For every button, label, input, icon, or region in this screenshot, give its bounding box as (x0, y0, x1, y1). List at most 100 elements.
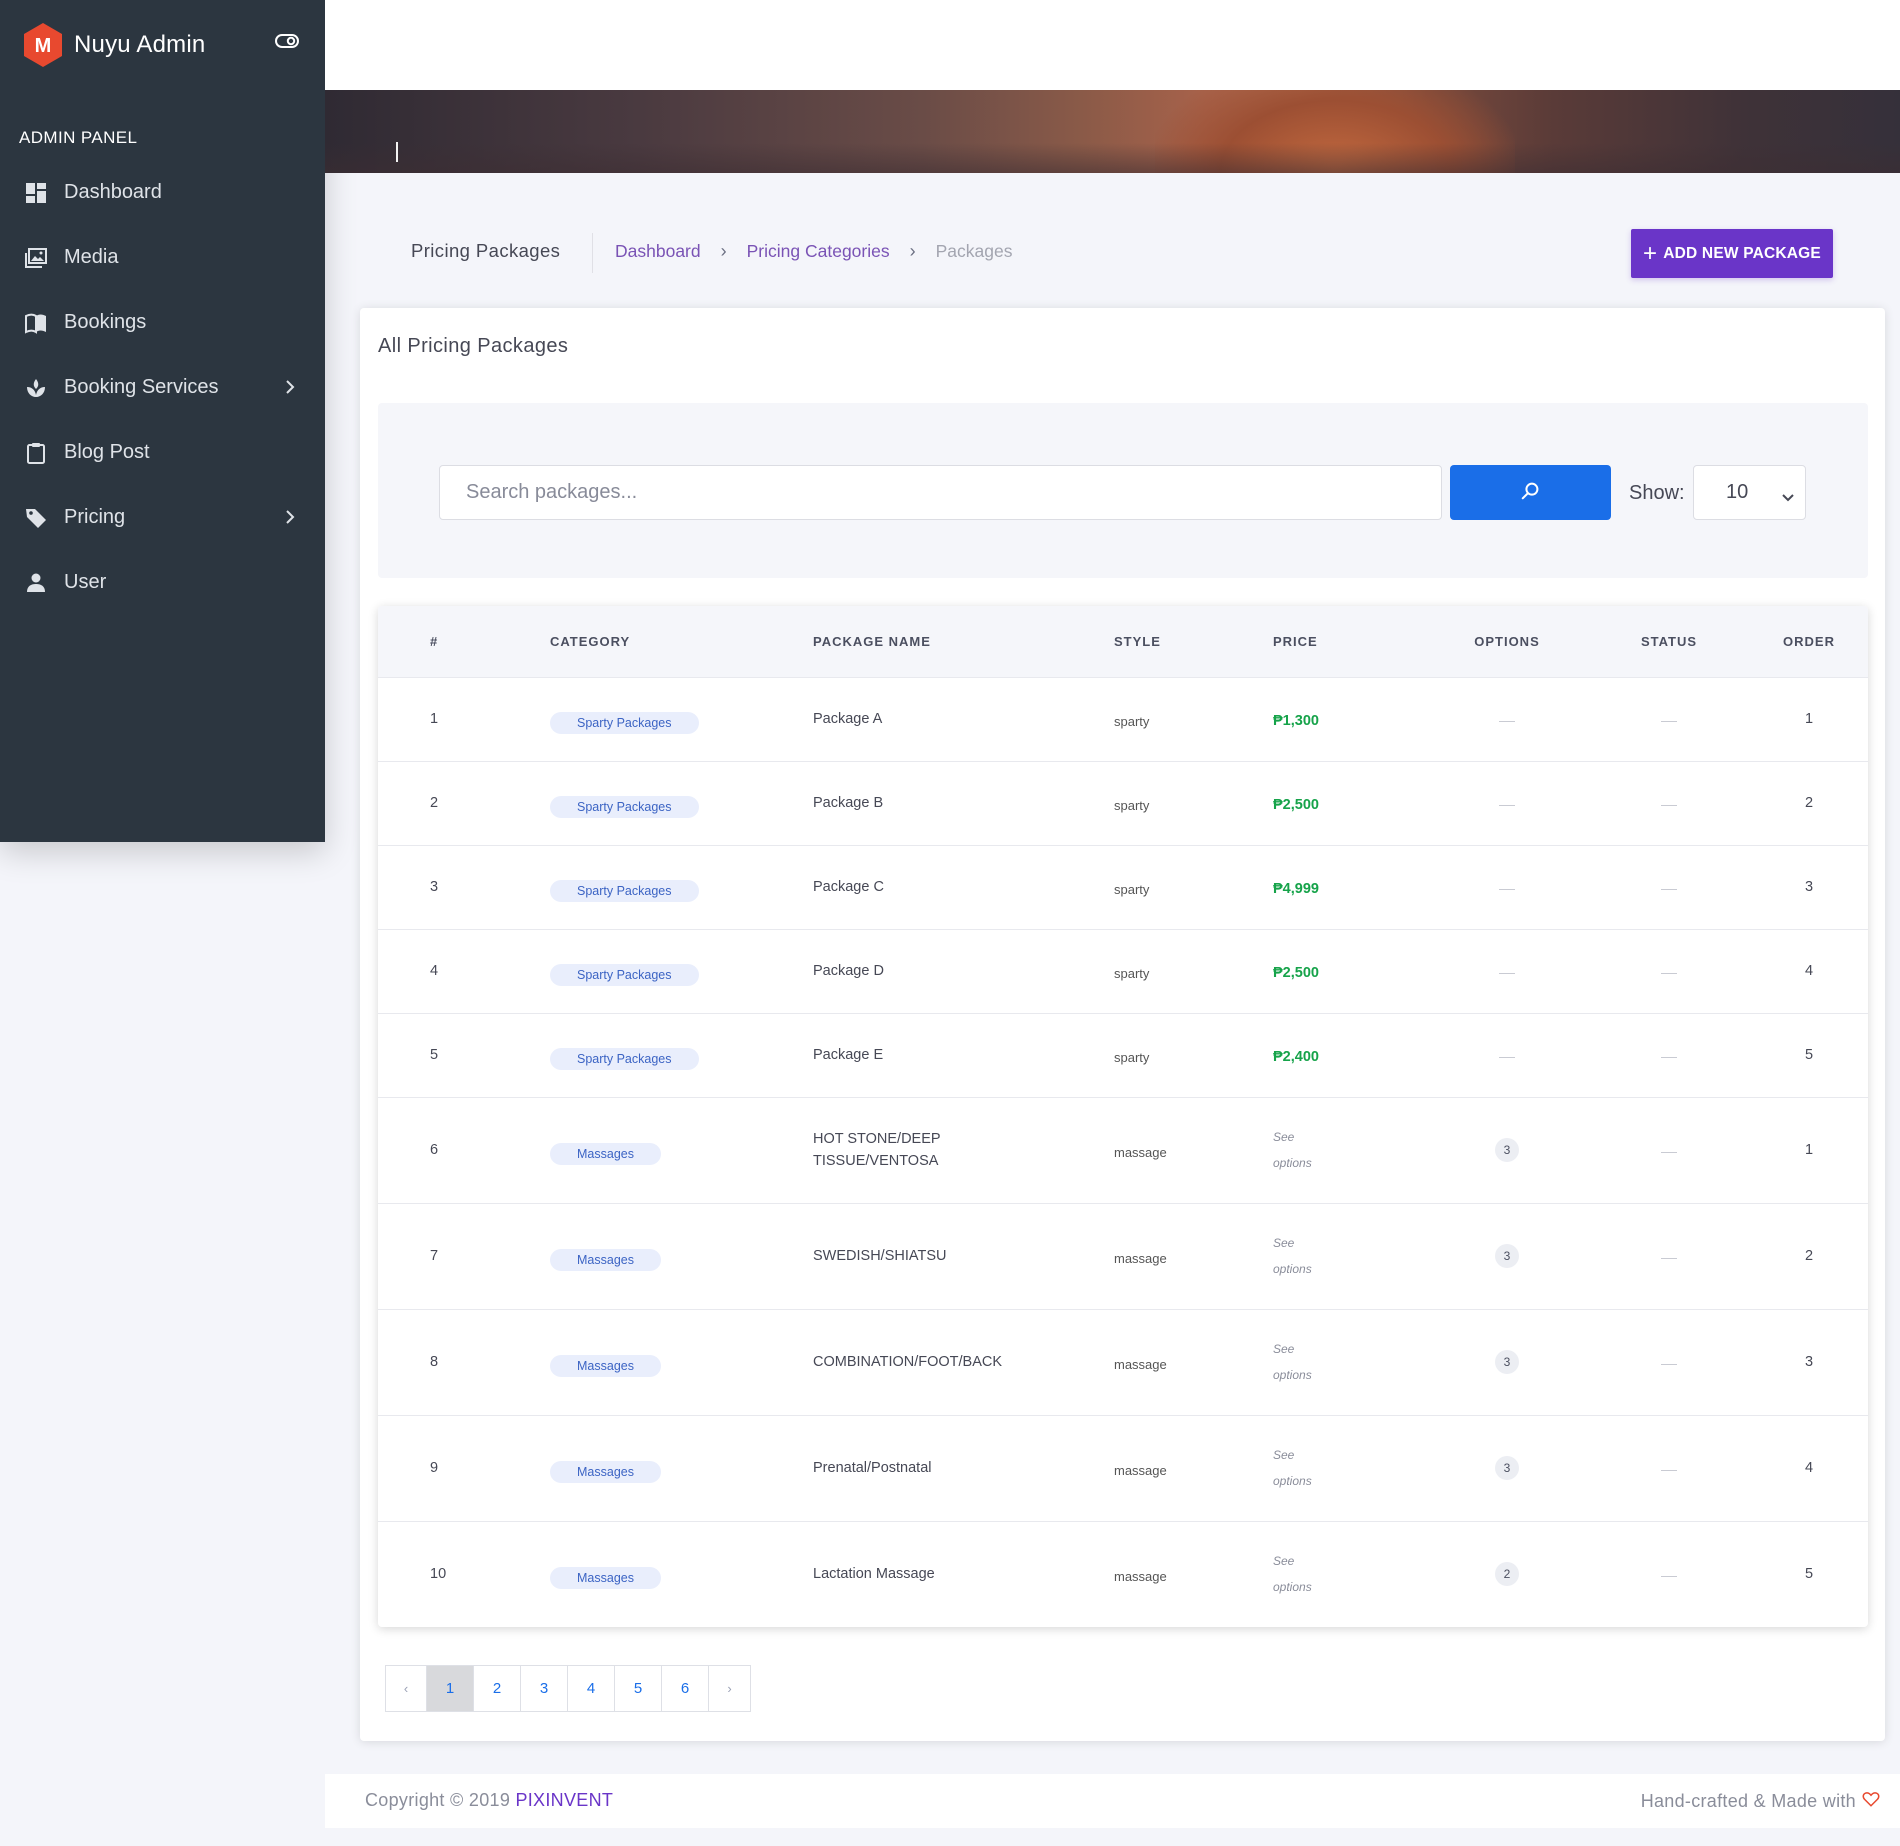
breadcrumb-packages: Packages (935, 241, 1013, 261)
options-count-badge: 3 (1495, 1138, 1519, 1162)
empty-dash (1661, 1575, 1677, 1577)
table-row[interactable]: 4 Sparty Packages Package D sparty ₱2,50… (378, 929, 1868, 1013)
table-row[interactable]: 7 Massages SWEDISH/SHIATSU massage See o… (378, 1203, 1868, 1309)
company-link[interactable]: PIXINVENT (515, 1790, 613, 1810)
table-row[interactable]: 10 Massages Lactation Massage massage Se… (378, 1521, 1868, 1627)
pagination-page-2[interactable]: 2 (474, 1665, 521, 1712)
package-name[interactable]: Prenatal/Postnatal (813, 1415, 1114, 1521)
breadcrumb-dashboard[interactable]: Dashboard (615, 241, 701, 262)
empty-dash (1499, 804, 1515, 806)
package-style: sparty (1114, 798, 1150, 813)
breadcrumb-pricing-categories[interactable]: Pricing Categories (747, 241, 890, 262)
sidebar-item-bookings[interactable]: Bookings (0, 290, 325, 355)
pagination-page-3[interactable]: 3 (521, 1665, 568, 1712)
add-new-package-label: ADD NEW PACKAGE (1663, 244, 1821, 262)
header-banner-image (325, 90, 1900, 173)
column-header-price[interactable]: PRICE (1273, 606, 1426, 677)
column-header-options[interactable]: OPTIONS (1426, 606, 1588, 677)
sidebar-item-user[interactable]: User (0, 550, 325, 615)
column-header-number[interactable]: # (378, 606, 550, 677)
package-style: sparty (1114, 882, 1150, 897)
pagination-page-6[interactable]: 6 (662, 1665, 709, 1712)
column-header-order[interactable]: ORDER (1750, 606, 1868, 677)
options-count-badge: 3 (1495, 1456, 1519, 1480)
pagination-prev-button[interactable]: ‹ (385, 1665, 427, 1712)
table-row[interactable]: 5 Sparty Packages Package E sparty ₱2,40… (378, 1013, 1868, 1097)
user-icon (24, 571, 48, 595)
pagination: ‹ 1 2 3 4 5 6 › (385, 1665, 751, 1712)
packages-table: # CATEGORY PACKAGE NAME STYLE PRICE OPTI… (378, 606, 1868, 1627)
table-row[interactable]: 3 Sparty Packages Package C sparty ₱4,99… (378, 845, 1868, 929)
empty-dash (1499, 888, 1515, 890)
package-name[interactable]: Package E (813, 1013, 1114, 1097)
sidebar-item-label: User (64, 571, 107, 593)
page-size-select[interactable]: 10 (1693, 465, 1806, 520)
table-row[interactable]: 9 Massages Prenatal/Postnatal massage Se… (378, 1415, 1868, 1521)
package-price: ₱2,500 (1273, 965, 1319, 981)
pagination-page-4[interactable]: 4 (568, 1665, 615, 1712)
package-price: ₱1,300 (1273, 713, 1319, 729)
see-options-link[interactable]: See options (1273, 1097, 1426, 1203)
pagination-next-button[interactable]: › (709, 1665, 751, 1712)
column-header-status[interactable]: STATUS (1588, 606, 1750, 677)
page-title: Pricing Packages (411, 240, 561, 261)
sidebar-toggle-icon[interactable] (274, 30, 300, 52)
see-options-line: See (1273, 1554, 1295, 1569)
table-row[interactable]: 1 Sparty Packages Package A sparty ₱1,30… (378, 677, 1868, 761)
package-name[interactable]: SWEDISH/SHIATSU (813, 1203, 1114, 1309)
copyright-text: Copyright © 2019 PIXINVENT (365, 1790, 613, 1811)
pagination-page-1[interactable]: 1 (427, 1665, 474, 1712)
category-badge: Sparty Packages (550, 964, 699, 986)
search-button[interactable] (1450, 465, 1611, 520)
see-options-line: options (1273, 1580, 1312, 1595)
package-name[interactable]: Package A (813, 677, 1114, 761)
chevron-right-icon (283, 377, 297, 397)
see-options-link[interactable]: See options (1273, 1521, 1426, 1627)
sidebar-item-label: Blog Post (64, 441, 150, 463)
card-title: All Pricing Packages (378, 335, 569, 357)
column-header-package-name[interactable]: PACKAGE NAME (813, 606, 1114, 677)
see-options-link[interactable]: See options (1273, 1309, 1426, 1415)
table-row[interactable]: 8 Massages COMBINATION/FOOT/BACK massage… (378, 1309, 1868, 1415)
table-row[interactable]: 6 Massages HOT STONE/DEEP TISSUE/VENTOSA… (378, 1097, 1868, 1203)
sidebar-item-dashboard[interactable]: Dashboard (0, 160, 325, 225)
category-badge: Sparty Packages (550, 880, 699, 902)
see-options-link[interactable]: See options (1273, 1203, 1426, 1309)
package-style: massage (1114, 1145, 1167, 1160)
breadcrumb-divider (592, 233, 593, 273)
sidebar-item-pricing[interactable]: Pricing (0, 485, 325, 550)
pagination-page-5[interactable]: 5 (615, 1665, 662, 1712)
column-header-style[interactable]: STYLE (1114, 606, 1273, 677)
table-row[interactable]: 2 Sparty Packages Package B sparty ₱2,50… (378, 761, 1868, 845)
package-name[interactable]: HOT STONE/DEEP TISSUE/VENTOSA (813, 1097, 1114, 1203)
clipboard-icon (24, 441, 48, 465)
add-new-package-button[interactable]: + ADD NEW PACKAGE (1631, 229, 1833, 278)
package-style: massage (1114, 1569, 1167, 1585)
package-name[interactable]: Package B (813, 761, 1114, 845)
package-name[interactable]: Lactation Massage (813, 1521, 1114, 1627)
search-input[interactable] (439, 465, 1442, 520)
sidebar-item-blog-post[interactable]: Blog Post (0, 420, 325, 485)
package-name[interactable]: Package D (813, 929, 1114, 1013)
see-options-link[interactable]: See options (1273, 1415, 1426, 1521)
empty-dash (1661, 1056, 1677, 1058)
see-options-line: See (1273, 1448, 1295, 1462)
brand[interactable]: M Nuyu Admin (22, 22, 205, 68)
sidebar-item-media[interactable]: Media (0, 225, 325, 290)
category-badge: Sparty Packages (550, 796, 699, 818)
package-name[interactable]: COMBINATION/FOOT/BACK (813, 1309, 1114, 1415)
category-badge: Sparty Packages (550, 712, 699, 734)
category-badge: Massages (550, 1143, 661, 1165)
column-header-category[interactable]: CATEGORY (550, 606, 813, 677)
package-order: 1 (1804, 1142, 1814, 1158)
sidebar-item-label: Bookings (64, 311, 147, 333)
search-icon (1520, 480, 1542, 505)
sidebar-item-booking-services[interactable]: Booking Services (0, 355, 325, 420)
package-style: sparty (1114, 1050, 1150, 1065)
packages-card: All Pricing Packages Show: 10 # CATEGORY… (360, 308, 1885, 1741)
empty-dash (1499, 1056, 1515, 1058)
see-options-line: options (1273, 1368, 1312, 1382)
package-order: 2 (1804, 1248, 1814, 1264)
package-name[interactable]: Package C (813, 845, 1114, 929)
row-number: 6 (430, 1142, 439, 1158)
